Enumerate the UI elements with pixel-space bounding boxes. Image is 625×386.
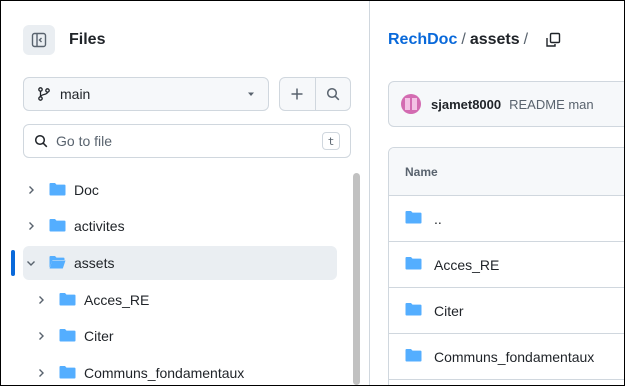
chevron-right-icon	[33, 331, 49, 341]
tree-item-label: Doc	[74, 182, 99, 198]
chevron-right-icon	[23, 185, 39, 195]
file-tree-sidebar: Files main Go to file t Doc activites as…	[1, 1, 370, 385]
table-row-name[interactable]: Acces_RE	[434, 257, 499, 273]
table-row-parent[interactable]: ..	[389, 196, 624, 242]
scrollbar-thumb[interactable]	[353, 173, 360, 385]
chevron-right-icon	[23, 221, 39, 231]
avatar[interactable]	[401, 94, 421, 114]
folder-icon	[405, 348, 422, 365]
go-to-file-input[interactable]: Go to file t	[23, 124, 351, 158]
tree-item-communs-fondamentaux[interactable]: Communs_fondamentaux	[33, 356, 337, 385]
folder-icon	[405, 302, 422, 319]
tree-item-activites[interactable]: activites	[23, 209, 337, 243]
table-row[interactable]: Citer	[389, 288, 624, 334]
sidebar-header: Files	[23, 25, 105, 55]
search-icon	[34, 134, 48, 148]
sidebar-title: Files	[69, 31, 106, 48]
plus-icon	[291, 88, 303, 100]
folder-icon	[405, 256, 422, 273]
table-row-name[interactable]: Communs_fondamentaux	[434, 349, 594, 365]
tree-item-label: Citer	[84, 328, 114, 344]
tree-item-label: assets	[74, 255, 115, 271]
chevron-right-icon	[33, 368, 49, 378]
breadcrumb-repo-link[interactable]: RechDoc	[388, 31, 457, 49]
keyboard-shortcut-badge: t	[322, 132, 340, 150]
table-row[interactable]: Acces_RE	[389, 242, 624, 288]
table-row-name: ..	[434, 210, 442, 227]
table-header: Name	[389, 148, 624, 196]
tree-item-acces-re[interactable]: Acces_RE	[33, 283, 337, 317]
commit-author[interactable]: sjamet8000	[431, 97, 501, 112]
go-to-file-placeholder: Go to file	[56, 133, 113, 149]
sidebar-collapse-icon	[31, 32, 47, 48]
tree-item-label: Acces_RE	[84, 292, 150, 308]
tree-actions-group	[279, 77, 351, 111]
chevron-right-icon	[33, 295, 49, 305]
app-frame: Files main Go to file t Doc activites as…	[1, 1, 624, 385]
add-file-button[interactable]	[280, 78, 315, 110]
breadcrumb-separator: /	[461, 31, 466, 48]
tree-item-doc[interactable]: Doc	[23, 173, 337, 207]
collapse-sidebar-button[interactable]	[23, 25, 55, 55]
table-row[interactable]: Communs_fondamentaux	[389, 334, 624, 380]
tree-item-assets[interactable]: assets	[23, 246, 337, 280]
folder-icon	[59, 365, 76, 382]
folder-icon	[59, 292, 76, 309]
breadcrumb: RechDoc / assets /	[388, 31, 562, 49]
latest-commit-bar: sjamet8000 README man	[388, 81, 624, 127]
folder-icon	[49, 182, 66, 199]
folder-open-icon	[49, 255, 66, 272]
breadcrumb-current: assets	[469, 31, 520, 48]
tree-scrollbar[interactable]	[346, 171, 366, 385]
tree-item-label: Communs_fondamentaux	[84, 365, 245, 381]
search-code-button[interactable]	[314, 78, 351, 110]
table-row-name[interactable]: Citer	[434, 303, 464, 319]
branch-name: main	[60, 86, 91, 102]
chevron-down-icon	[23, 258, 39, 268]
tree-item-label: activites	[74, 218, 125, 234]
copy-icon	[546, 32, 561, 47]
branch-selector-button[interactable]: main	[23, 77, 269, 111]
search-icon	[326, 87, 340, 101]
copy-path-button[interactable]	[544, 31, 562, 49]
folder-icon	[405, 210, 422, 227]
tree-item-citer[interactable]: Citer	[33, 319, 337, 353]
selected-indicator	[11, 250, 15, 276]
triangle-down-icon	[248, 92, 254, 96]
folder-icon	[59, 328, 76, 345]
folder-icon	[49, 218, 66, 235]
file-table: Name .. Acces_RE Citer Communs_fondament…	[388, 147, 624, 385]
git-branch-icon	[38, 87, 50, 101]
column-header-name: Name	[405, 164, 438, 179]
commit-message[interactable]: README man	[509, 97, 594, 112]
main-content: RechDoc / assets / sjamet8000 README man	[371, 1, 624, 385]
breadcrumb-separator: /	[523, 31, 529, 48]
